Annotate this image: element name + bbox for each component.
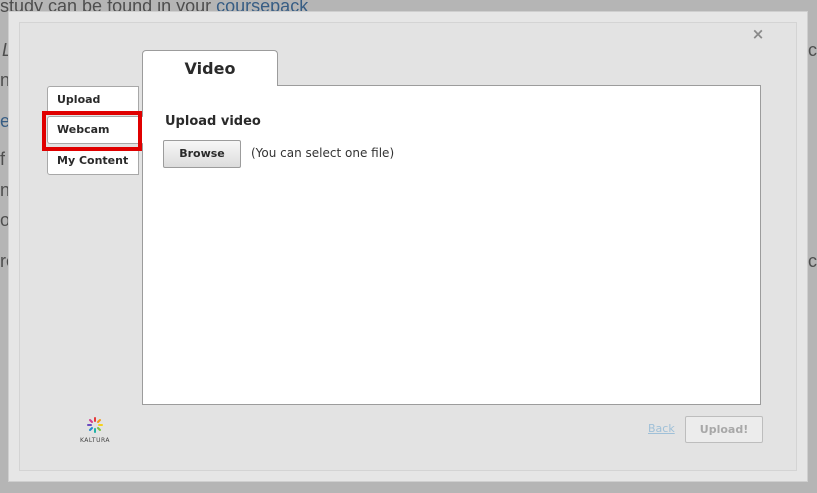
content-panel xyxy=(142,85,761,405)
close-icon[interactable]: × xyxy=(751,27,765,42)
side-tab-label: Webcam xyxy=(57,123,110,136)
side-tab-webcam[interactable]: Webcam xyxy=(47,116,143,144)
side-tab-upload[interactable]: Upload xyxy=(47,86,139,114)
upload-heading: Upload video xyxy=(165,114,261,129)
side-tab-label: My Content xyxy=(57,154,129,167)
logo-text: KALTURA xyxy=(79,437,111,444)
kaltura-flower-icon xyxy=(87,417,103,433)
upload-button[interactable]: Upload! xyxy=(685,416,763,443)
side-tab-my-content[interactable]: My Content xyxy=(47,147,139,175)
kaltura-logo: KALTURA xyxy=(76,417,114,444)
browse-button[interactable]: Browse xyxy=(163,140,241,168)
file-hint: (You can select one file) xyxy=(251,146,395,160)
side-tab-label: Upload xyxy=(57,93,101,106)
back-link[interactable]: Back xyxy=(648,422,675,435)
tab-video[interactable]: Video xyxy=(142,50,278,86)
